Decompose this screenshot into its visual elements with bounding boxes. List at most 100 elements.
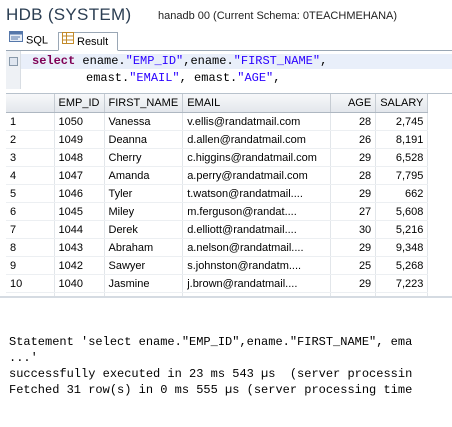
emp-id-cell: 1040 (54, 274, 105, 293)
first-name-cell: Deanna (104, 130, 184, 149)
tab-sql-label: SQL (26, 34, 49, 47)
age-cell: 26 (330, 130, 377, 149)
editor-tab-bar: SQL Result (6, 31, 452, 51)
salary-cell: 662 (375, 184, 429, 203)
salary-cell: 5,268 (375, 256, 429, 275)
sql-statement-preview[interactable]: select ename."EMP_ID",ename."FIRST_NAME"… (6, 51, 452, 89)
table-row[interactable]: 10 1040 Jasmine j.brown@randatmail.... 29 7,2… (6, 274, 429, 293)
code-text: emast. (86, 71, 130, 85)
email-cell: c.higgins@randatmail.com (182, 148, 332, 167)
table-row[interactable]: 1 1050 Vanessa v.ellis@randatmail.com 28 2,74… (6, 112, 429, 131)
age-cell: 30 (330, 220, 377, 239)
header-row: EMP_ID FIRST_NAME EMAIL AGE SALARY (6, 94, 429, 113)
row-number: 3 (6, 148, 55, 167)
emp-id-cell: 1050 (54, 112, 105, 131)
collapse-marker-icon (9, 57, 18, 66)
console-line: Fetched 31 row(s) in 0 ms 555 µs (server… (9, 383, 413, 397)
table-row[interactable]: 5 1046 Tyler t.watson@randatmail.... 29 662 (6, 184, 429, 203)
emp-id-cell: 1045 (54, 202, 105, 221)
row-number: 7 (6, 220, 55, 239)
table-row[interactable]: 6 1045 Miley m.ferguson@randat.... 27 5,608 (6, 202, 429, 221)
tab-result-label: Result (77, 35, 109, 48)
salary-cell: 8,191 (375, 130, 429, 149)
row-number: 10 (6, 274, 55, 293)
salary-cell: 7,223 (375, 274, 429, 293)
column-header-email[interactable]: EMAIL (182, 94, 332, 113)
code-text: , (320, 54, 328, 68)
code-string: "EMP_ID" (125, 54, 184, 68)
column-header-emp-id[interactable]: EMP_ID (54, 94, 105, 113)
email-cell: a.nelson@randatmail.... (182, 238, 332, 257)
first-name-cell: Miley (104, 202, 184, 221)
emp-id-cell: 1044 (54, 220, 105, 239)
age-cell: 25 (330, 256, 377, 275)
emp-id-cell: 1043 (54, 238, 105, 257)
first-name-cell: Cherry (104, 148, 184, 167)
emp-id-cell: 1049 (54, 130, 105, 149)
email-cell: d.elliott@randatmail.... (182, 220, 332, 239)
column-header-first-name[interactable]: FIRST_NAME (104, 94, 184, 113)
panel-divider[interactable] (0, 296, 452, 298)
first-name-cell: Amanda (104, 166, 184, 185)
code-string: "AGE" (237, 71, 274, 85)
table-row[interactable]: 7 1044 Derek d.elliott@randatmail.... 30 5,21… (6, 220, 429, 239)
code-text: ename. (75, 54, 126, 68)
email-cell: j.brown@randatmail.... (182, 274, 332, 293)
emp-id-cell: 1046 (54, 184, 105, 203)
output-console: Statement 'select ename."EMP_ID",ename."… (9, 334, 452, 427)
code-text: ,ename. (183, 54, 234, 68)
age-cell: 28 (330, 166, 377, 185)
tab-result[interactable]: Result (58, 32, 118, 51)
code-line-1: select ename."EMP_ID",ename."FIRST_NAME"… (32, 54, 327, 69)
code-string: "FIRST_NAME" (233, 54, 321, 68)
code-text: , (273, 71, 281, 85)
editor-title-bar: HDB (SYSTEM) hanadb 00 (Current Schema: … (0, 0, 452, 32)
column-header-rownum[interactable] (6, 94, 55, 113)
email-cell: d.allen@randatmail.com (182, 130, 332, 149)
table-row[interactable]: 2 1049 Deanna d.allen@randatmail.com 26 8,191 (6, 130, 429, 149)
first-name-cell: Sawyer (104, 256, 184, 275)
email-cell: v.ellis@randatmail.com (182, 112, 332, 131)
salary-cell: 5,608 (375, 202, 429, 221)
email-cell: s.johnston@randatm.... (182, 256, 332, 275)
salary-cell: 5,216 (375, 220, 429, 239)
result-table: EMP_ID FIRST_NAME EMAIL AGE SALARY 1 1050… (6, 94, 429, 297)
age-cell: 29 (330, 238, 377, 257)
emp-id-cell: 1047 (54, 166, 105, 185)
sql-keyword: select (32, 54, 76, 68)
code-text: , emast. (179, 71, 238, 85)
row-number: 1 (6, 112, 55, 131)
email-cell: t.watson@randatmail.... (182, 184, 332, 203)
column-header-salary[interactable]: SALARY (375, 94, 429, 113)
salary-cell: 9,348 (375, 238, 429, 257)
code-line-2: emast."EMAIL", emast."AGE", (86, 71, 280, 86)
salary-cell: 6,528 (375, 148, 429, 167)
row-number: 2 (6, 130, 55, 149)
table-row[interactable]: 4 1047 Amanda a.perry@randatmail.com 28 7,795 (6, 166, 429, 185)
row-number: 6 (6, 202, 55, 221)
email-cell: a.perry@randatmail.com (182, 166, 332, 185)
first-name-cell: Tyler (104, 184, 184, 203)
tab-sql[interactable]: SQL (6, 31, 56, 49)
column-header-age[interactable]: AGE (330, 94, 377, 113)
table-row[interactable]: 8 1043 Abraham a.nelson@randatmail.... 29 9,3… (6, 238, 429, 257)
row-number: 4 (6, 166, 55, 185)
row-number: 5 (6, 184, 55, 203)
connection-info: hanadb 00 (Current Schema: 0TEACHMEHANA) (158, 10, 398, 22)
age-cell: 28 (330, 112, 377, 131)
emp-id-cell: 1042 (54, 256, 105, 275)
result-grid[interactable]: EMP_ID FIRST_NAME EMAIL AGE SALARY 1 1050… (6, 93, 452, 297)
table-row[interactable]: 3 1048 Cherry c.higgins@randatmail.com 29 6,5… (6, 148, 429, 167)
table-row[interactable]: 9 1042 Sawyer s.johnston@randatm.... 25 5,268 (6, 256, 429, 275)
result-rows: 1 1050 Vanessa v.ellis@randatmail.com 28 2,74… (6, 112, 429, 297)
email-cell: m.ferguson@randat.... (182, 202, 332, 221)
row-number: 8 (6, 238, 55, 257)
sql-icon (9, 31, 23, 48)
salary-cell: 2,745 (375, 112, 429, 131)
emp-id-cell: 1048 (54, 148, 105, 167)
result-grid-icon (62, 32, 74, 50)
first-name-cell: Derek (104, 220, 184, 239)
code-string: "EMAIL" (129, 71, 180, 85)
first-name-cell: Vanessa (104, 112, 184, 131)
console-line: ...' (9, 351, 38, 365)
